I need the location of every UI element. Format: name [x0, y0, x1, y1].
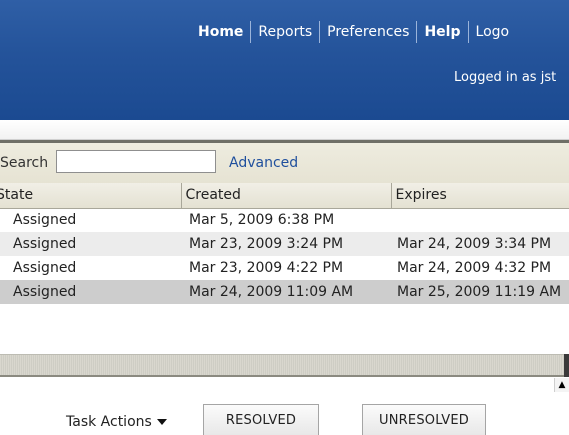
column-header-state[interactable]: State [0, 183, 182, 209]
task-table: State Created Expires Assigned Mar 5, 20… [0, 183, 569, 304]
cell-created: Mar 23, 2009 4:22 PM [181, 256, 391, 280]
task-actions-label: Task Actions [66, 414, 152, 430]
cell-expires: Mar 25, 2009 11:19 AM [391, 280, 569, 304]
app-header: Home Reports Preferences Help Logo Logge… [0, 0, 569, 120]
search-input[interactable] [56, 150, 216, 173]
advanced-search-link[interactable]: Advanced [229, 155, 298, 171]
table-row[interactable]: Assigned Mar 5, 2009 6:38 PM [0, 208, 569, 232]
cell-state: Assigned [0, 280, 181, 304]
nav-home-link[interactable]: Home [198, 20, 250, 44]
nav-logout-link[interactable]: Logo [469, 20, 517, 44]
cell-expires: Mar 24, 2009 4:32 PM [391, 256, 569, 280]
task-actions-menu[interactable]: Task Actions [66, 414, 167, 430]
table-row[interactable]: Assigned Mar 23, 2009 3:24 PM Mar 24, 20… [0, 232, 569, 256]
cell-created: Mar 24, 2009 11:09 AM [181, 280, 391, 304]
table-row-selected[interactable]: Assigned Mar 24, 2009 11:09 AM Mar 25, 2… [0, 280, 569, 304]
cell-created: Mar 23, 2009 3:24 PM [181, 232, 391, 256]
cell-state: Assigned [0, 208, 181, 232]
table-row[interactable]: Assigned Mar 23, 2009 4:22 PM Mar 24, 20… [0, 256, 569, 280]
dropdown-caret-icon [156, 419, 167, 425]
cell-expires: Mar 24, 2009 3:34 PM [391, 232, 569, 256]
logged-in-status: Logged in as jst [454, 70, 557, 85]
nav-help-link[interactable]: Help [417, 20, 467, 44]
header-divider-strip [0, 120, 569, 140]
table-header-row: State Created Expires [0, 183, 569, 209]
unresolved-button[interactable]: UNRESOLVED [362, 404, 486, 435]
scroll-up-arrow-icon[interactable]: ▲ [554, 378, 569, 392]
cell-created: Mar 5, 2009 6:38 PM [181, 208, 391, 232]
nav-preferences-link[interactable]: Preferences [320, 20, 416, 44]
resolved-button[interactable]: RESOLVED [203, 404, 319, 435]
cell-state: Assigned [0, 232, 181, 256]
scrollbar-thumb-edge[interactable] [564, 354, 569, 377]
cell-expires [391, 208, 569, 232]
global-nav: Home Reports Preferences Help Logo [198, 20, 516, 44]
cell-state: Assigned [0, 256, 181, 280]
search-label: Search [0, 155, 49, 171]
horizontal-scrollbar[interactable] [0, 354, 569, 377]
column-header-created[interactable]: Created [181, 183, 392, 209]
nav-reports-link[interactable]: Reports [251, 20, 319, 44]
column-header-expires[interactable]: Expires [391, 183, 569, 209]
table-empty-area [0, 330, 569, 354]
